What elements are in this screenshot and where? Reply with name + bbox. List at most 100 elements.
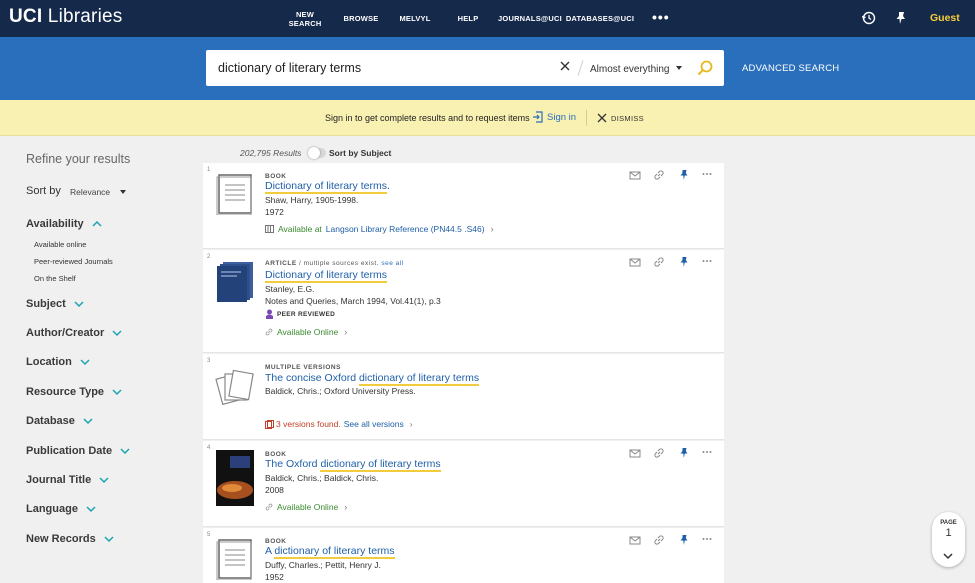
signin-link[interactable]: Sign in [547, 112, 576, 123]
result-type: MULTIPLE VERSIONS [265, 364, 341, 371]
link-icon[interactable] [653, 256, 665, 268]
chevron-down-icon[interactable] [85, 505, 97, 513]
search-icon[interactable] [696, 59, 714, 77]
link-icon[interactable] [653, 534, 665, 546]
link-icon [265, 503, 273, 511]
facet-label: Journal Title [26, 474, 92, 486]
facet-database[interactable]: Database [26, 415, 94, 427]
sort-by-subject-label: Sort by Subject [329, 148, 392, 158]
pin-icon[interactable] [893, 10, 909, 26]
page-number: 1 [945, 527, 952, 539]
facet-on-the-shelf[interactable]: On the Shelf [34, 274, 76, 283]
result-actions [629, 256, 719, 268]
sort-caret-icon[interactable] [120, 190, 126, 194]
result-date: 1972 [265, 207, 284, 217]
result-title[interactable]: The Oxford dictionary of literary terms [265, 458, 441, 472]
signin-icon[interactable] [532, 111, 543, 123]
journal-cover-thumbnail[interactable] [215, 260, 255, 302]
multiple-versions-icon[interactable] [215, 364, 255, 406]
search-input[interactable]: dictionary of literary terms [218, 61, 361, 75]
chevron-down-icon[interactable] [111, 388, 123, 396]
facet-journal-title[interactable]: Journal Title [26, 474, 110, 486]
email-icon[interactable] [629, 169, 641, 181]
email-icon[interactable] [629, 256, 641, 268]
more-menu-icon[interactable]: ••• [652, 9, 670, 25]
chevron-down-icon[interactable] [79, 358, 91, 366]
facet-publication-date[interactable]: Publication Date [26, 445, 131, 457]
advanced-search-link[interactable]: ADVANCED SEARCH [742, 63, 839, 74]
chevron-down-icon[interactable] [73, 300, 85, 308]
sort-by-subject-toggle[interactable] [308, 147, 326, 159]
nav-new-search[interactable]: NEW SEARCH [286, 0, 324, 37]
facet-new-records[interactable]: New Records [26, 533, 115, 545]
result-item[interactable]: 1 BOOK Dictionary of literary terms. Sha… [203, 163, 724, 249]
uci-libraries-logo[interactable]: UCI Libraries [9, 6, 122, 28]
book-thumbnail-icon[interactable] [215, 173, 255, 215]
pin-icon[interactable] [678, 534, 690, 546]
more-actions-icon[interactable] [701, 256, 713, 268]
chevron-down-icon[interactable] [111, 329, 123, 337]
see-all-sources-link[interactable]: see all [381, 260, 403, 267]
scope-caret-icon[interactable] [676, 66, 682, 70]
facet-availability[interactable]: Availability [26, 218, 103, 230]
chevron-down-icon[interactable] [119, 447, 131, 455]
result-item[interactable]: 5 BOOK A dictionary of literary terms Du… [203, 528, 724, 583]
more-actions-icon[interactable] [701, 447, 713, 459]
book-cover-thumbnail[interactable] [216, 450, 254, 506]
facet-label: New Records [26, 533, 96, 545]
email-icon[interactable] [629, 534, 641, 546]
nav-help[interactable]: HELP [452, 0, 484, 37]
nav-journals[interactable]: JOURNALS@UCI [498, 0, 562, 37]
facet-available-online[interactable]: Available online [34, 240, 86, 249]
pin-icon[interactable] [678, 256, 690, 268]
pin-icon[interactable] [678, 447, 690, 459]
page-indicator[interactable]: PAGE 1 [932, 512, 965, 567]
chevron-right-icon: › [490, 224, 494, 234]
result-type: BOOK [265, 451, 287, 458]
facet-location[interactable]: Location [26, 356, 91, 368]
dismiss-button[interactable]: DISMISS [611, 114, 644, 123]
chevron-up-icon[interactable] [91, 220, 103, 228]
email-icon[interactable] [629, 447, 641, 459]
result-item[interactable]: 3 MULTIPLE VERSIONS The concise Oxford d… [203, 354, 724, 440]
facet-peer-reviewed[interactable]: Peer-reviewed Journals [34, 257, 113, 266]
result-author: Baldick, Chris.; Oxford University Press… [265, 386, 416, 396]
availability-status[interactable]: Available Online › [265, 327, 347, 337]
dismiss-icon[interactable] [597, 113, 607, 123]
link-icon[interactable] [653, 169, 665, 181]
result-title[interactable]: A dictionary of literary terms [265, 545, 395, 559]
nav-browse[interactable]: BROWSE [340, 0, 382, 37]
result-title[interactable]: The concise Oxford dictionary of literar… [265, 372, 480, 386]
versions-found[interactable]: 3 versions found. See all versions › [265, 419, 413, 429]
result-item[interactable]: 2 ARTICLE / multiple sources exist. see … [203, 250, 724, 353]
nav-melvyl[interactable]: MELVYL [396, 0, 434, 37]
availability-status[interactable]: Available Online › [265, 502, 347, 512]
result-item[interactable]: 4 BOOK The Oxford dictionary of literary… [203, 441, 724, 527]
result-title[interactable]: Dictionary of literary terms. [265, 180, 390, 194]
availability-status[interactable]: Available at Langson Library Reference (… [265, 224, 494, 234]
chevron-down-icon[interactable] [103, 535, 115, 543]
result-title[interactable]: Dictionary of literary terms [265, 269, 387, 283]
search-scope-select[interactable]: Almost everything [590, 64, 669, 75]
page-label: PAGE [940, 520, 957, 526]
search-band: dictionary of literary terms Almost ever… [0, 37, 975, 100]
history-icon[interactable] [861, 10, 877, 26]
book-thumbnail-icon[interactable] [215, 538, 255, 580]
chevron-down-icon[interactable] [82, 417, 94, 425]
nav-databases[interactable]: DATABASES@UCI [566, 0, 634, 37]
pin-icon[interactable] [678, 169, 690, 181]
sort-select[interactable]: Relevance [70, 187, 110, 197]
facet-resource-type[interactable]: Resource Type [26, 386, 123, 398]
see-all-versions-link[interactable]: See all versions [344, 419, 404, 429]
facet-language[interactable]: Language [26, 503, 97, 515]
chevron-down-icon[interactable] [98, 476, 110, 484]
chevron-down-icon[interactable] [942, 552, 954, 560]
location-link[interactable]: Langson Library Reference (PN44.5 .S46) [326, 224, 485, 234]
facet-subject[interactable]: Subject [26, 298, 85, 310]
facet-author-creator[interactable]: Author/Creator [26, 327, 123, 339]
more-actions-icon[interactable] [701, 169, 713, 181]
clear-search-icon[interactable] [558, 59, 572, 73]
guest-user-link[interactable]: Guest [930, 12, 960, 24]
link-icon[interactable] [653, 447, 665, 459]
more-actions-icon[interactable] [701, 534, 713, 546]
